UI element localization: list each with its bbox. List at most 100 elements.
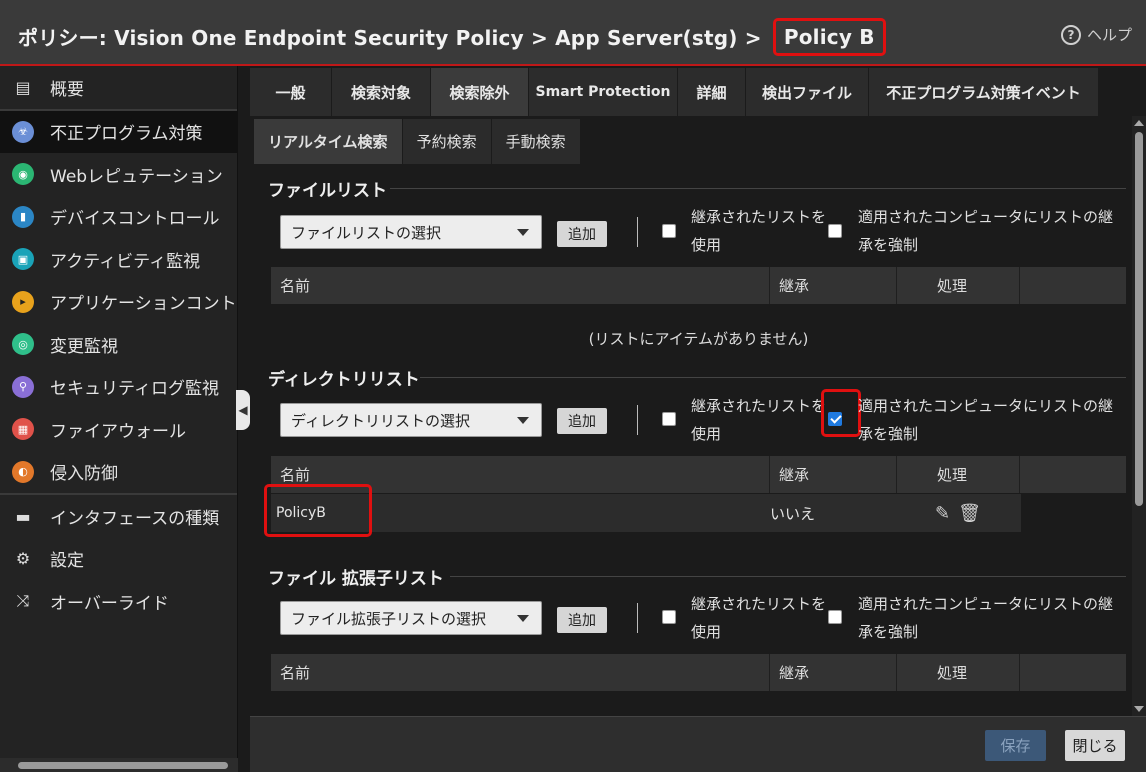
sidebar-item-anti-malware[interactable]: ☣ 不正プログラム対策 <box>0 110 237 153</box>
dir-list-select[interactable]: ディレクトリリストの選択 <box>280 403 542 437</box>
sidebar-item-log-inspection[interactable]: ⚲ セキュリティログ監視 <box>0 366 237 409</box>
ext-list-section-title: ファイル 拡張子リスト <box>268 569 444 589</box>
file-list-force-inherit-checkbox[interactable] <box>828 224 842 238</box>
tab-manual-scan[interactable]: 手動検索 <box>491 119 581 164</box>
title-breadcrumb: ポリシー: Vision One Endpoint Security Polic… <box>18 26 762 50</box>
chevron-down-icon <box>517 417 529 424</box>
sidebar-item-intrusion-prevention[interactable]: ◐ 侵入防御 <box>0 451 237 494</box>
col-name-header[interactable]: 名前 <box>271 267 770 304</box>
trash-icon[interactable]: 🗑 <box>958 503 981 524</box>
sidebar-item-label: アプリケーションコントロール <box>50 294 237 315</box>
use-inherited-label-2: 使用 <box>691 623 722 641</box>
firewall-icon: ▦ <box>12 418 34 441</box>
col-inherit-header[interactable]: 継承 <box>770 267 897 304</box>
file-list-select[interactable]: ファイルリストの選択 <box>280 215 542 249</box>
sidebar-item-activity-monitor[interactable]: ▣ アクティビティ監視 <box>0 238 237 281</box>
sidebar-item-integrity-monitor[interactable]: ◎ 変更監視 <box>0 323 237 366</box>
sidebar-item-label: 概要 <box>50 79 84 100</box>
col-inherit-header[interactable]: 継承 <box>770 456 897 493</box>
sidebar-item-interface-types[interactable]: ▬ インタフェースの種類 <box>0 495 237 538</box>
device-control-icon: ▮ <box>12 205 34 228</box>
toolbar-separator <box>637 405 638 435</box>
tab-scan-exclusions[interactable]: 検索除外 <box>431 68 529 116</box>
gear-icon: ⚙ <box>15 549 31 569</box>
col-spacer <box>1020 456 1126 493</box>
sidebar-item-app-control[interactable]: ▸ アプリケーションコントロール <box>0 281 237 324</box>
dir-list-table-header: 名前 継承 処理 <box>271 456 1126 493</box>
tab-general[interactable]: 一般 <box>250 68 332 116</box>
col-action-header: 処理 <box>897 654 1020 691</box>
col-inherit-header[interactable]: 継承 <box>770 654 897 691</box>
dir-list-use-inherited-checkbox[interactable] <box>662 412 676 426</box>
shuffle-icon: ⤨ <box>16 591 30 611</box>
file-list-section-title: ファイルリスト <box>268 181 387 201</box>
use-inherited-label-2: 使用 <box>691 425 722 443</box>
ext-list-select[interactable]: ファイル拡張子リストの選択 <box>280 601 542 635</box>
force-inherit-label-2: 承を強制 <box>858 425 919 443</box>
help-label: ヘルプ <box>1086 26 1132 44</box>
scroll-up-icon[interactable] <box>1134 120 1144 126</box>
sidebar-item-firewall[interactable]: ▦ ファイアウォール <box>0 408 237 451</box>
force-inherit-label-2: 承を強制 <box>858 236 919 254</box>
app-control-icon: ▸ <box>12 290 34 313</box>
sidebar-item-web-reputation[interactable]: ◉ Webレピュテーション <box>0 153 237 196</box>
policy-editor-window: ポリシー: Vision One Endpoint Security Polic… <box>0 0 1146 772</box>
pencil-icon[interactable]: ✎ <box>935 503 950 524</box>
intrusion-prevention-icon: ◐ <box>12 460 34 483</box>
sidebar-item-label: デバイスコントロール <box>50 209 220 230</box>
sidebar-item-overrides[interactable]: ⤨ オーバーライド <box>0 580 237 623</box>
close-button[interactable]: 閉じる <box>1065 730 1125 761</box>
tab-scan-targets[interactable]: 検索対象 <box>332 68 431 116</box>
tab-anti-malware-events[interactable]: 不正プログラム対策イベント <box>869 68 1099 116</box>
col-action-header: 処理 <box>897 456 1020 493</box>
file-list-add-button[interactable]: 追加 <box>557 221 607 247</box>
tab-identified-files[interactable]: 検出ファイル <box>746 68 869 116</box>
dir-list-add-button[interactable]: 追加 <box>557 408 607 434</box>
sidebar-item-label: ファイアウォール <box>50 421 186 442</box>
sidebar-item-overview[interactable]: ▤ 概要 <box>0 66 237 109</box>
tab-smart-protection[interactable]: Smart Protection <box>529 68 678 116</box>
sidebar-item-label: 不正プログラム対策 <box>50 124 203 145</box>
use-inherited-label-1: 継承されたリストを <box>691 397 827 415</box>
sidebar: ▤ 概要 ☣ 不正プログラム対策 ◉ Webレピュテーション ▮ デバイスコント… <box>0 66 238 772</box>
col-name-header[interactable]: 名前 <box>271 654 770 691</box>
scroll-down-icon[interactable] <box>1134 706 1144 712</box>
force-inherit-label-1: 適用されたコンピュータにリストの継 <box>858 208 1114 226</box>
sidebar-item-label: Webレピュテーション <box>50 166 223 187</box>
title-policy-name: Policy B <box>772 18 886 56</box>
table-row[interactable]: PolicyB いいえ ✎ 🗑 <box>271 494 1021 532</box>
col-spacer <box>1020 267 1126 304</box>
main-tabs: 一般 検索対象 検索除外 Smart Protection 詳細 検出ファイル … <box>250 68 1099 116</box>
ext-list-select-value: ファイル拡張子リストの選択 <box>291 609 487 628</box>
section-divider <box>390 188 1126 189</box>
file-list-empty-message: (リストにアイテムがありません) <box>588 330 809 348</box>
tab-scheduled-scan[interactable]: 予約検索 <box>402 119 492 164</box>
biohazard-icon: ☣ <box>12 120 34 143</box>
use-inherited-label-2: 使用 <box>691 236 722 254</box>
help-icon: ? <box>1060 24 1081 45</box>
scrollbar-thumb[interactable] <box>1135 132 1143 506</box>
save-button[interactable]: 保存 <box>985 730 1046 761</box>
scrollbar-thumb[interactable] <box>18 762 228 769</box>
sidebar-item-label: アクティビティ監視 <box>50 251 201 272</box>
content-vertical-scrollbar[interactable] <box>1132 116 1146 716</box>
ext-list-use-inherited-checkbox[interactable] <box>662 610 676 624</box>
row-action-cell: ✎ 🗑 <box>920 494 1010 532</box>
sidebar-item-label: 設定 <box>50 551 84 572</box>
help-link[interactable]: ? ヘルプ <box>1060 24 1132 45</box>
sidebar-horizontal-scrollbar[interactable] <box>0 758 238 772</box>
sidebar-item-device-control[interactable]: ▮ デバイスコントロール <box>0 196 237 239</box>
ext-list-add-button[interactable]: 追加 <box>557 607 607 633</box>
sidebar-collapse-button[interactable]: ◀ <box>236 390 250 430</box>
file-list-use-inherited-checkbox[interactable] <box>662 224 676 238</box>
tab-advanced[interactable]: 詳細 <box>678 68 746 116</box>
sidebar-item-settings[interactable]: ⚙ 設定 <box>0 538 237 581</box>
integrity-monitor-icon: ◎ <box>12 333 34 356</box>
chevron-down-icon <box>517 229 529 236</box>
ext-list-force-inherit-checkbox[interactable] <box>828 610 842 624</box>
tab-realtime-scan[interactable]: リアルタイム検索 <box>254 119 403 164</box>
header-bar: ポリシー: Vision One Endpoint Security Polic… <box>0 0 1146 66</box>
interface-icon: ▬ <box>15 506 31 526</box>
dir-list-section-title: ディレクトリリスト <box>268 370 420 390</box>
highlight-row-box <box>264 484 372 537</box>
